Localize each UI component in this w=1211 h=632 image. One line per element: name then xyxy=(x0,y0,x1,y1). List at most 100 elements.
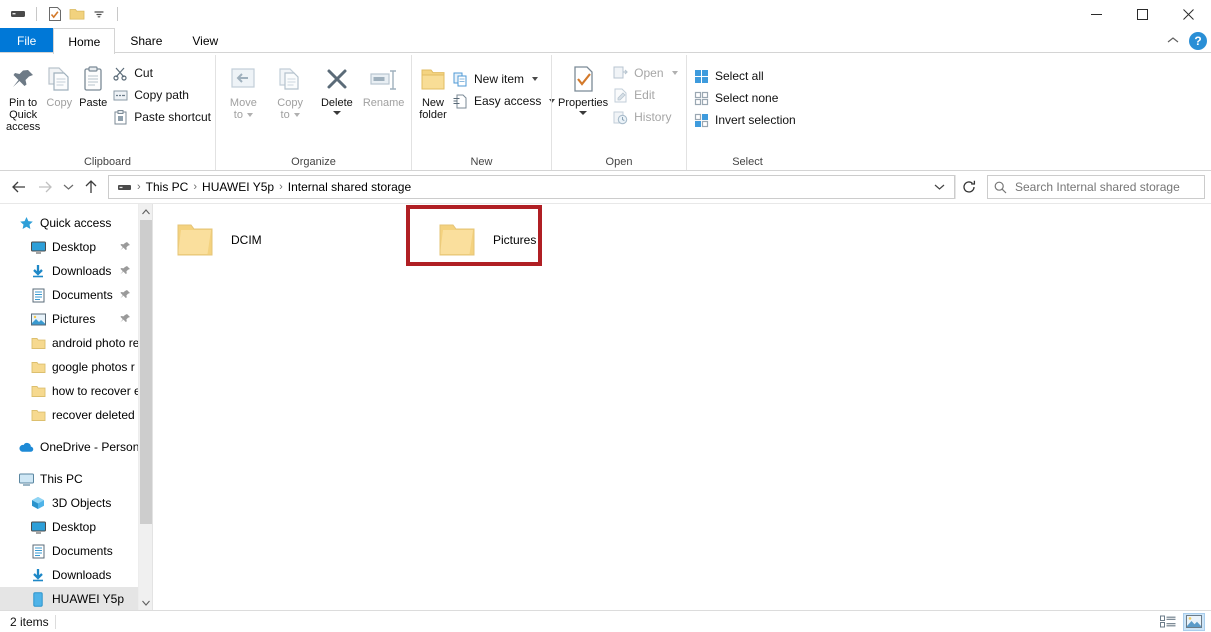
folder-icon xyxy=(30,407,46,423)
drive-icon[interactable] xyxy=(7,4,29,24)
select-none-button[interactable]: Select none xyxy=(691,87,801,109)
sidebar-label: Documents xyxy=(52,544,113,558)
close-button[interactable] xyxy=(1165,0,1211,28)
forward-button[interactable] xyxy=(32,175,58,199)
new-item-button[interactable]: New item xyxy=(450,68,560,90)
sidebar-item-this-pc[interactable]: This PC xyxy=(0,467,138,491)
sidebar-label: This PC xyxy=(40,472,83,486)
refresh-button[interactable] xyxy=(955,175,981,199)
file-list-view[interactable]: DCIM Pictures xyxy=(152,204,1211,610)
sidebar-item-quick-access[interactable]: Quick access xyxy=(0,211,138,235)
recent-locations-button[interactable] xyxy=(58,175,78,199)
sidebar-item-documents[interactable]: Documents xyxy=(0,283,138,307)
open-button[interactable]: Open xyxy=(610,62,682,84)
maximize-button[interactable] xyxy=(1119,0,1165,28)
tab-share[interactable]: Share xyxy=(115,28,177,52)
easy-access-button[interactable]: Easy access xyxy=(450,90,560,112)
sidebar-item-downloads[interactable]: Downloads xyxy=(0,259,138,283)
ribbon: Pin to Quick access Copy Paste Cut Copy … xyxy=(0,53,1211,171)
sidebar-item-desktop[interactable]: Desktop xyxy=(0,235,138,259)
search-input[interactable]: Search Internal shared storage xyxy=(1015,180,1180,194)
thispc-icon xyxy=(18,471,34,487)
file-item-dcim[interactable]: DCIM xyxy=(161,212,423,268)
paste-button[interactable]: Paste xyxy=(76,60,110,109)
group-title-new: New xyxy=(470,156,493,168)
back-button[interactable] xyxy=(6,175,32,199)
sidebar-item-downloads-pc[interactable]: Downloads xyxy=(0,563,138,587)
check-document-icon[interactable] xyxy=(44,4,66,24)
chevron-down-icon[interactable] xyxy=(88,4,110,24)
sidebar-label: how to recover e xyxy=(52,384,141,398)
invert-selection-button[interactable]: Invert selection xyxy=(691,109,801,131)
sidebar-label: recover deleted p xyxy=(52,408,145,422)
scissors-icon xyxy=(112,65,128,81)
minimize-button[interactable] xyxy=(1073,0,1119,28)
sidebar-item-how-to-recover[interactable]: how to recover e xyxy=(0,379,141,403)
open-label: Open xyxy=(634,66,664,80)
tab-view[interactable]: View xyxy=(177,28,233,52)
tab-home[interactable]: Home xyxy=(53,28,116,54)
select-all-button[interactable]: Select all xyxy=(691,65,801,87)
move-to-button[interactable]: Move to xyxy=(220,60,267,121)
sidebar-item-documents-pc[interactable]: Documents xyxy=(0,539,138,563)
copy-to-button[interactable]: Copy to xyxy=(267,60,314,121)
copy-icon xyxy=(44,63,74,97)
folder-icon[interactable] xyxy=(66,4,88,24)
help-icon[interactable]: ? xyxy=(1189,31,1207,50)
breadcrumb-item-this-pc[interactable]: This PC xyxy=(142,176,193,198)
3dobjects-icon xyxy=(30,495,46,511)
large-icons-view-button[interactable] xyxy=(1183,612,1205,631)
sidebar-label: Desktop xyxy=(52,520,97,534)
new-folder-icon xyxy=(418,63,448,97)
copy-path-button[interactable]: Copy path xyxy=(110,84,216,106)
documents-icon xyxy=(30,287,46,303)
collapse-ribbon-icon[interactable] xyxy=(1163,31,1183,51)
paste-shortcut-button[interactable]: Paste shortcut xyxy=(110,106,216,128)
rename-label: Rename xyxy=(362,97,405,109)
ribbon-right-controls: ? xyxy=(1163,28,1207,53)
tab-file[interactable]: File xyxy=(0,28,54,52)
scroll-up-arrow-icon[interactable] xyxy=(139,204,152,219)
paste-label: Paste xyxy=(79,97,108,109)
rename-button[interactable]: Rename xyxy=(360,60,407,109)
sidebar-item-pictures[interactable]: Pictures xyxy=(0,307,138,331)
delete-button[interactable]: Delete xyxy=(314,60,361,115)
navigation-pane-scrollbar[interactable] xyxy=(138,204,152,610)
pin-icon[interactable] xyxy=(120,313,130,325)
up-button[interactable] xyxy=(78,175,104,199)
sidebar-item-recover-deleted[interactable]: recover deleted p xyxy=(0,403,145,427)
sidebar-item-huawei-y5p[interactable]: HUAWEI Y5p xyxy=(0,587,138,610)
history-button[interactable]: History xyxy=(610,106,682,128)
pin-icon[interactable] xyxy=(120,265,130,277)
sidebar-item-3d-objects[interactable]: 3D Objects xyxy=(0,491,138,515)
breadcrumb-item-huawei-y5p[interactable]: HUAWEI Y5p xyxy=(198,176,278,198)
new-folder-button[interactable]: New folder xyxy=(416,60,450,121)
pin-icon[interactable] xyxy=(120,241,130,253)
cut-label: Cut xyxy=(134,66,153,80)
copy-button[interactable]: Copy xyxy=(42,60,76,109)
properties-button[interactable]: Properties xyxy=(556,60,610,115)
edit-button[interactable]: Edit xyxy=(610,84,682,106)
breadcrumb-item-internal-shared-storage[interactable]: Internal shared storage xyxy=(284,176,415,198)
file-item-pictures[interactable]: Pictures xyxy=(423,212,685,268)
chevron-down-icon[interactable] xyxy=(332,111,341,115)
chevron-down-icon[interactable] xyxy=(579,111,588,115)
sidebar-item-google-photos-recovery[interactable]: google photos r xyxy=(0,355,138,379)
ribbon-tab-strip: File Home Share View ? xyxy=(0,28,1211,54)
search-box[interactable]: Search Internal shared storage xyxy=(987,175,1205,199)
desktop-icon xyxy=(30,519,46,535)
sidebar-item-onedrive[interactable]: OneDrive - Person xyxy=(0,435,139,459)
chevron-down-icon xyxy=(246,113,253,117)
breadcrumb-bar[interactable]: › This PC › HUAWEI Y5p › Internal shared… xyxy=(108,175,955,199)
details-view-button[interactable] xyxy=(1157,613,1179,631)
chevron-down-icon xyxy=(532,77,539,81)
pictures-icon xyxy=(30,311,46,327)
pin-icon[interactable] xyxy=(120,289,130,301)
scroll-down-arrow-icon[interactable] xyxy=(139,595,152,610)
sidebar-item-android-photo-recovery[interactable]: android photo re xyxy=(0,331,139,355)
sidebar-item-desktop-pc[interactable]: Desktop xyxy=(0,515,138,539)
cut-button[interactable]: Cut xyxy=(110,62,216,84)
pin-to-quick-access-button[interactable]: Pin to Quick access xyxy=(4,60,42,133)
scrollbar-thumb[interactable] xyxy=(140,220,152,524)
chevron-down-icon[interactable] xyxy=(928,175,950,199)
